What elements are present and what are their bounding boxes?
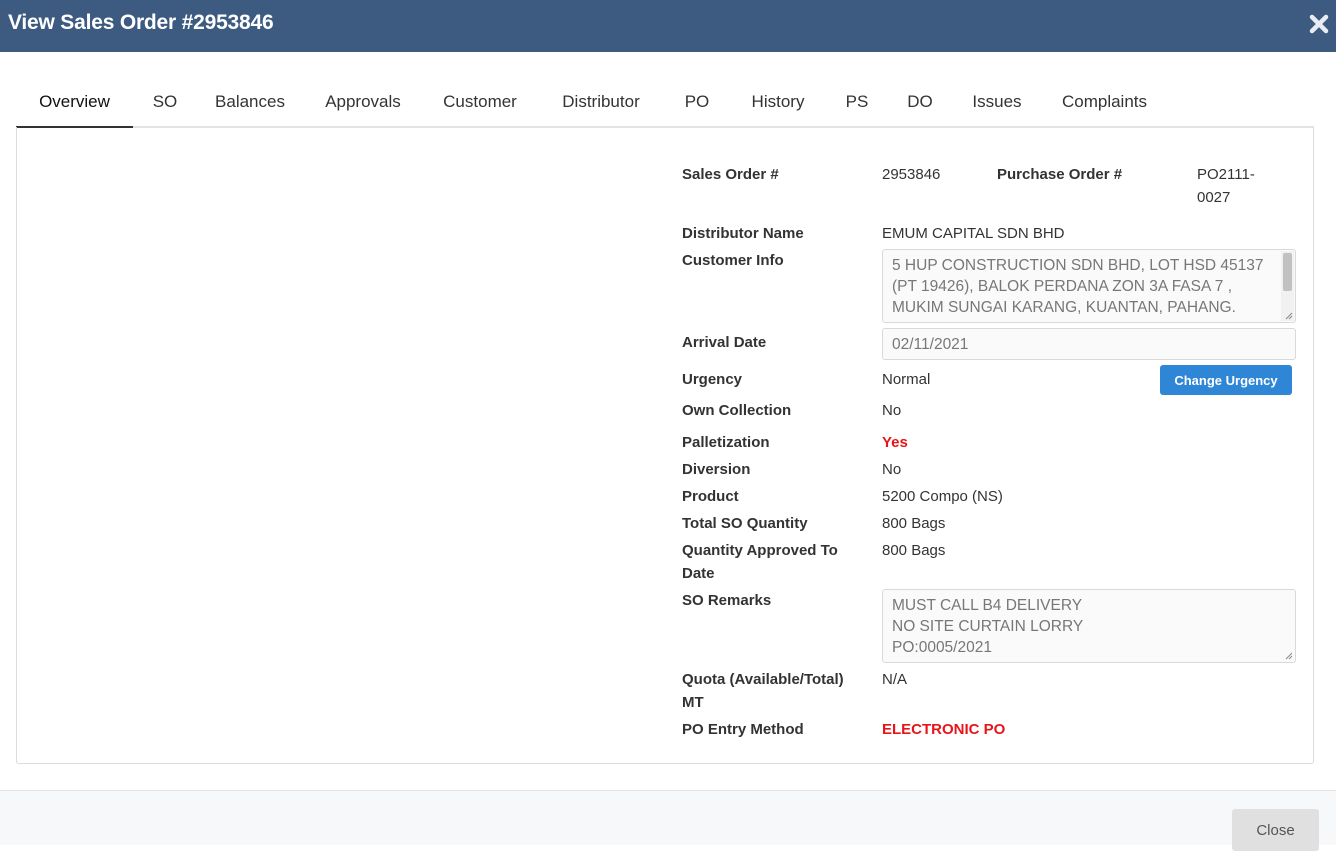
resize-grip-icon[interactable]: [1284, 651, 1293, 660]
tab-history[interactable]: History: [744, 80, 812, 128]
sales-order-value: 2953846: [882, 166, 941, 183]
purchase-order-value-line2: 0027: [1197, 189, 1231, 206]
total-so-qty-value: 800 Bags: [882, 515, 946, 532]
po-entry-value: ELECTRONIC PO: [882, 721, 1006, 738]
overview-panel: [16, 127, 1314, 764]
change-urgency-button[interactable]: Change Urgency: [1160, 365, 1292, 395]
tab-complaints[interactable]: Complaints: [1056, 80, 1153, 128]
arrival-date-field[interactable]: 02/11/2021: [882, 328, 1296, 360]
palletization-value: Yes: [882, 434, 908, 451]
so-remarks-line1: MUST CALL B4 DELIVERY: [892, 597, 1083, 614]
qty-approved-label-line1: Quantity Approved To: [682, 542, 838, 559]
so-remarks-line3: PO:0005/2021: [892, 639, 992, 656]
own-collection-value: No: [882, 402, 902, 419]
so-remarks-textarea[interactable]: MUST CALL B4 DELIVERY NO SITE CURTAIN LO…: [882, 589, 1296, 663]
urgency-value: Normal: [882, 371, 931, 388]
customer-info-text: 5 HUP CONSTRUCTION SDN BHD, LOT HSD 4513…: [892, 257, 1264, 322]
customer-info-textarea[interactable]: 5 HUP CONSTRUCTION SDN BHD, LOT HSD 4513…: [882, 249, 1296, 323]
tab-overview[interactable]: Overview: [16, 80, 133, 128]
product-label: Product: [682, 488, 739, 505]
arrival-date-label: Arrival Date: [682, 334, 767, 351]
quota-label-line1: Quota (Available/Total): [682, 671, 844, 688]
tab-balances[interactable]: Balances: [210, 80, 290, 128]
resize-grip-icon[interactable]: [1284, 311, 1293, 320]
diversion-value: No: [882, 461, 902, 478]
tab-issues[interactable]: Issues: [968, 80, 1026, 128]
distributor-value: EMUM CAPITAL SDN BHD: [882, 225, 1065, 242]
so-remarks-label: SO Remarks: [682, 592, 772, 609]
palletization-label: Palletization: [682, 434, 770, 451]
qty-approved-value: 800 Bags: [882, 542, 946, 559]
own-collection-label: Own Collection: [682, 402, 792, 419]
so-remarks-line2: NO SITE CURTAIN LORRY: [892, 618, 1084, 635]
diversion-label: Diversion: [682, 461, 751, 478]
tab-approvals[interactable]: Approvals: [318, 80, 408, 128]
qty-approved-label-line2: Date: [682, 565, 715, 582]
scroll-thumb[interactable]: [1283, 253, 1292, 291]
tab-ps[interactable]: PS: [840, 80, 874, 128]
modal-title: View Sales Order #2953846: [8, 11, 274, 34]
quota-label-line2: MT: [682, 694, 704, 711]
customer-info-label: Customer Info: [682, 252, 784, 269]
modal-titlebar: View Sales Order #2953846: [0, 0, 1336, 52]
modal-footer: Close: [0, 790, 1336, 851]
urgency-label: Urgency: [682, 371, 743, 388]
purchase-order-value-line1: PO2111-: [1197, 166, 1255, 183]
distributor-label: Distributor Name: [682, 225, 804, 242]
product-value: 5200 Compo (NS): [882, 488, 1003, 505]
tab-distributor[interactable]: Distributor: [552, 80, 650, 128]
arrival-date-value: 02/11/2021: [892, 336, 969, 353]
tab-do[interactable]: DO: [902, 80, 938, 128]
tab-bar: Overview SO Balances Approvals Customer …: [16, 80, 1314, 128]
tab-customer[interactable]: Customer: [436, 80, 524, 128]
close-x-icon[interactable]: [1308, 12, 1330, 36]
po-entry-label: PO Entry Method: [682, 721, 804, 738]
purchase-order-label: Purchase Order #: [997, 166, 1123, 183]
total-so-qty-label: Total SO Quantity: [682, 515, 808, 532]
quota-value: N/A: [882, 671, 908, 688]
tab-so[interactable]: SO: [146, 80, 184, 128]
tab-po[interactable]: PO: [678, 80, 716, 128]
sales-order-label: Sales Order #: [682, 166, 779, 183]
